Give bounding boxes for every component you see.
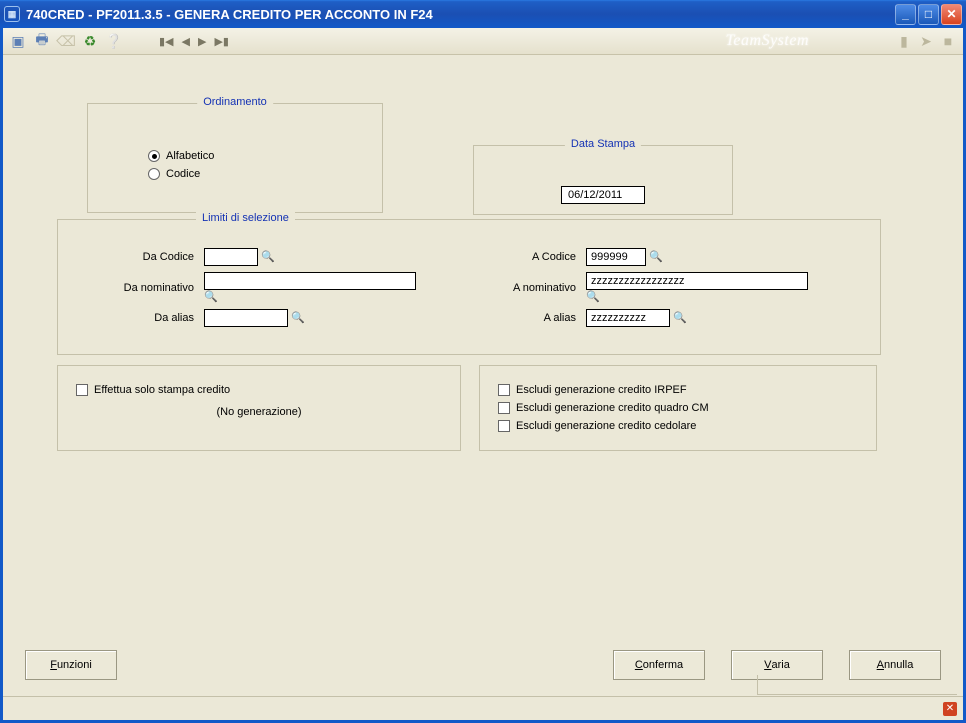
status-bar: ✕ [3,696,963,720]
status-close-icon[interactable]: ✕ [943,702,957,716]
a-alias-label: A alias [462,312,582,324]
radio-codice-dot [148,168,160,180]
radio-codice[interactable]: Codice [148,168,360,180]
da-codice-label: Da Codice [80,251,200,263]
window-title: 740CRED - PF2011.3.5 - GENERA CREDITO PE… [26,7,433,22]
checkbox-icon [76,384,88,396]
checkbox-icon [498,384,510,396]
toolbar: ▣ 🖶 ⌫ ♻ ❔ ▮◀ ◀ ▶ ▶▮ TeamSystem ▮ ➤ ■ [3,28,963,55]
ordinamento-legend: Ordinamento [197,96,273,108]
options-escludi-group: Escludi generazione credito IRPEF Esclud… [479,365,877,451]
a-codice-label: A Codice [462,251,582,263]
a-nominativo-label: A nominativo [462,282,582,294]
limiti-legend: Limiti di selezione [196,212,295,224]
refresh-icon[interactable]: ♻ [81,32,99,50]
chk-escludi-cm-label: Escludi generazione credito quadro CM [516,402,709,414]
checkbox-icon [498,420,510,432]
radio-alfabetico[interactable]: Alfabetico [148,150,360,162]
chk-solo-stampa-label: Effettua solo stampa credito [94,384,230,396]
chk-escludi-irpef-label: Escludi generazione credito IRPEF [516,384,687,396]
delete-icon[interactable]: ⌫ [57,32,75,50]
no-generazione-note: (No generazione) [76,406,442,418]
chk-escludi-irpef[interactable]: Escludi generazione credito IRPEF [498,384,858,396]
a-alias-input[interactable] [586,309,670,327]
titlebar: ▦ 740CRED - PF2011.3.5 - GENERA CREDITO … [0,0,966,28]
tool-2-icon[interactable]: ➤ [917,32,935,50]
checkbox-icon [498,402,510,414]
ordinamento-group: Ordinamento Alfabetico Codice [87,103,383,213]
chk-escludi-cedolare[interactable]: Escludi generazione credito cedolare [498,420,858,432]
help-icon[interactable]: ❔ [105,32,123,50]
tool-1-icon[interactable]: ▮ [895,32,913,50]
maximize-button[interactable]: □ [918,4,939,25]
chk-solo-stampa[interactable]: Effettua solo stampa credito [76,384,442,396]
data-stampa-group: Data Stampa 06/12/2011 [473,145,733,215]
lookup-icon[interactable]: 🔍 [204,291,218,303]
workarea: Ordinamento Alfabetico Codice Data Stamp… [3,55,963,720]
nav-first-icon[interactable]: ▮◀ [159,35,174,48]
data-stampa-legend: Data Stampa [565,138,641,150]
nav-last-icon[interactable]: ▶▮ [214,35,229,48]
status-inset [757,675,957,695]
nav-next-icon[interactable]: ▶ [198,35,206,48]
brand-label: TeamSystem [725,32,809,50]
lookup-icon[interactable]: 🔍 [586,291,600,303]
chk-escludi-cedolare-label: Escludi generazione credito cedolare [516,420,696,432]
da-codice-input[interactable] [204,248,258,266]
chk-escludi-cm[interactable]: Escludi generazione credito quadro CM [498,402,858,414]
a-nominativo-input[interactable] [586,272,808,290]
tool-3-icon[interactable]: ■ [939,32,957,50]
da-alias-input[interactable] [204,309,288,327]
print-icon[interactable]: 🖶 [33,32,51,50]
conferma-button[interactable]: Conferma [613,650,705,680]
lookup-icon[interactable]: 🔍 [261,251,275,263]
radio-alfabetico-dot [148,150,160,162]
radio-alfabetico-label: Alfabetico [166,150,214,162]
minimize-button[interactable]: _ [895,4,916,25]
da-nominativo-input[interactable] [204,272,416,290]
data-stampa-field[interactable]: 06/12/2011 [561,186,645,204]
lookup-icon[interactable]: 🔍 [649,251,663,263]
funzioni-button[interactable]: Funzioni [25,650,117,680]
lookup-icon[interactable]: 🔍 [291,312,305,324]
open-icon[interactable]: ▣ [9,32,27,50]
lookup-icon[interactable]: 🔍 [673,312,687,324]
options-stampa-group: Effettua solo stampa credito (No generaz… [57,365,461,451]
da-alias-label: Da alias [80,312,200,324]
da-nominativo-label: Da nominativo [80,282,200,294]
app-icon: ▦ [4,6,20,22]
radio-codice-label: Codice [166,168,200,180]
close-button[interactable]: ✕ [941,4,962,25]
limiti-group: Limiti di selezione Da Codice 🔍 A Codice… [57,219,881,355]
a-codice-input[interactable] [586,248,646,266]
nav-prev-icon[interactable]: ◀ [182,35,190,48]
